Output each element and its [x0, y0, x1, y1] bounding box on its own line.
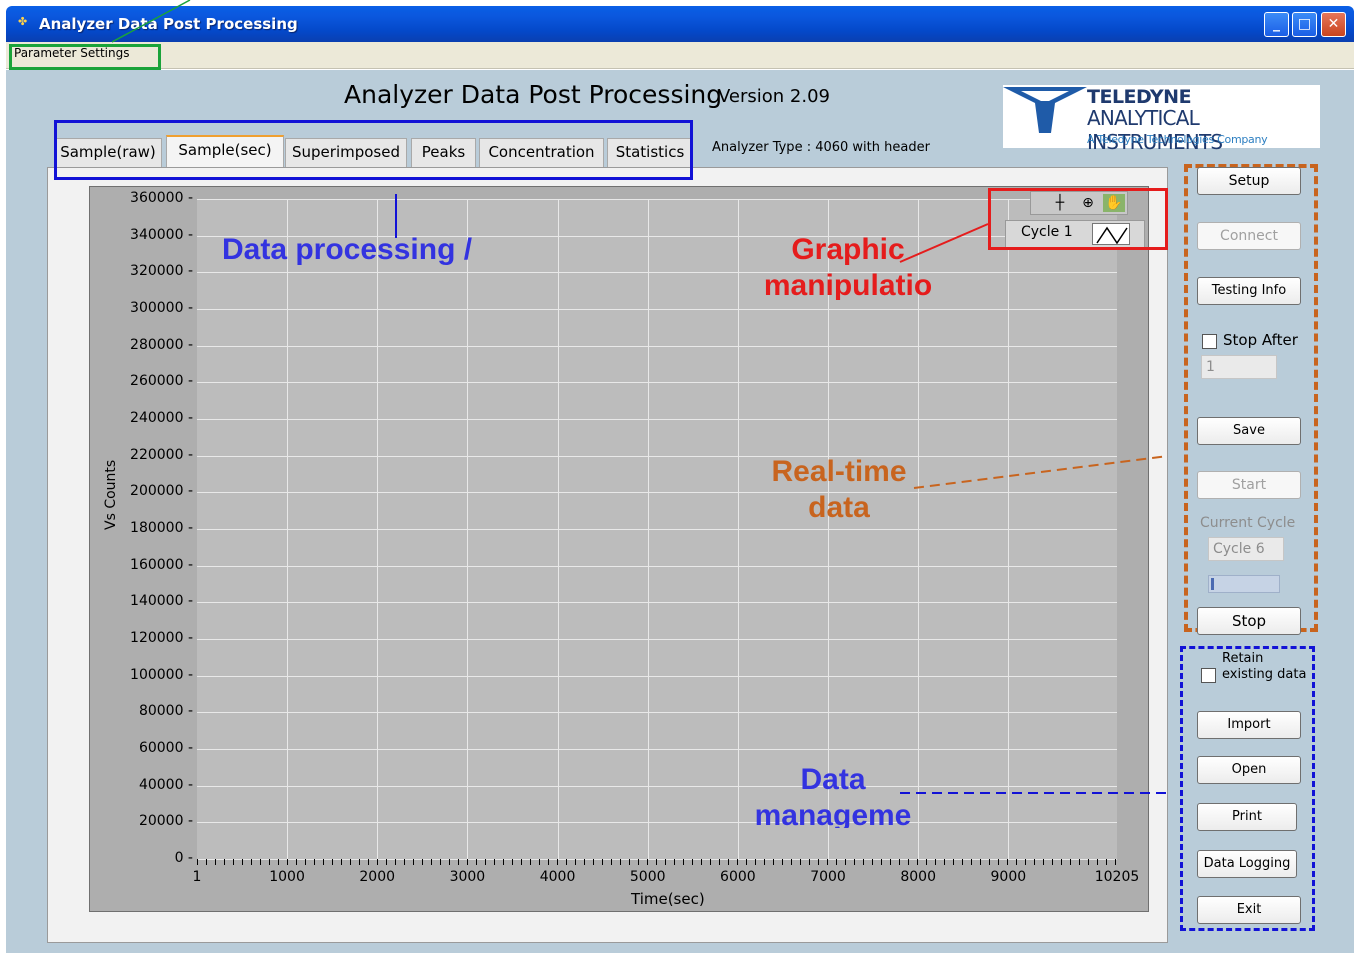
start-button[interactable]: Start — [1197, 471, 1301, 499]
x-gridline — [467, 199, 469, 859]
annotation-realtime: Real-time data — [771, 455, 907, 524]
app-icon: ✤ — [18, 15, 28, 28]
y-gridline — [197, 199, 1117, 200]
progress-fill — [1211, 578, 1214, 590]
y-tick-label: 40000 - — [138, 776, 193, 793]
y-tick-label: 20000 - — [138, 813, 193, 830]
stop-after-input[interactable]: 1 — [1201, 355, 1277, 379]
x-tick-label: 4000 — [539, 869, 576, 885]
x-gridline — [647, 199, 649, 859]
x-tick-label: 3000 — [449, 869, 486, 885]
minimize-button[interactable]: _ — [1264, 12, 1289, 37]
y-tick-label: 120000 - — [130, 630, 193, 646]
x-tick-label: 1000 — [269, 869, 305, 885]
y-tick-label: 0 - — [174, 850, 193, 866]
x-gridline — [737, 199, 739, 859]
x-axis-line — [197, 859, 1117, 865]
retain-data-checkbox[interactable] — [1201, 668, 1216, 683]
y-tick-label: 360000 - — [130, 190, 193, 206]
plot-area[interactable] — [197, 199, 1117, 860]
annotation-data-management: Data manageme — [754, 763, 912, 828]
y-gridline — [197, 419, 1117, 420]
x-tick-label: 1 — [192, 869, 202, 885]
x-tick-label: 6000 — [720, 869, 756, 885]
y-gridline — [197, 382, 1117, 384]
y-gridline — [197, 749, 1117, 750]
retain-data-label: Retain existing data — [1222, 651, 1307, 682]
y-tick-label: 280000 - — [130, 336, 193, 353]
annotation-graphic: Graphic manipulatio — [763, 233, 933, 300]
y-gridline — [197, 712, 1117, 714]
annotation-data-processing: Data processing / — [222, 233, 473, 266]
testing-info-button[interactable]: Testing Info — [1197, 277, 1301, 305]
save-button[interactable]: Save — [1197, 417, 1301, 445]
version-label: Version 2.09 — [718, 86, 830, 107]
x-tick-label: 7000 — [810, 869, 846, 885]
setup-button[interactable]: Setup — [1197, 167, 1301, 195]
y-axis-label: Vs Counts — [103, 459, 119, 530]
x-tick-label: 2000 — [359, 869, 396, 885]
y-tick-label: 300000 - — [130, 300, 193, 316]
y-gridline — [197, 309, 1117, 310]
logo-tagline: A Teledyne Technologies Company — [1087, 133, 1268, 146]
teledyne-logo: TELEDYNE ANALYTICAL INSTRUMENTS A Teledy… — [1003, 85, 1320, 154]
connect-button[interactable]: Connect — [1197, 222, 1301, 250]
import-button[interactable]: Import — [1197, 711, 1301, 739]
annotation-line-realtime — [913, 455, 1169, 489]
open-button[interactable]: Open — [1197, 756, 1301, 784]
y-gridline — [197, 639, 1117, 640]
data-management-highlight-box — [1180, 646, 1315, 931]
cycle-progress-bar — [1208, 575, 1280, 593]
logo-subtitle: ANALYTICAL INSTRUMENTS — [1087, 106, 1223, 154]
y-tick-label: 260000 - — [130, 373, 193, 390]
x-gridline — [1008, 199, 1010, 859]
graphic-highlight-box — [988, 188, 1168, 250]
teledyne-logo-icon — [1003, 87, 1087, 133]
y-gridline — [197, 675, 1117, 677]
y-gridline — [197, 272, 1117, 274]
x-gridline — [377, 199, 379, 859]
x-tick-label: 10205 — [1094, 869, 1140, 885]
logo-name: TELEDYNE — [1087, 86, 1192, 108]
menu-highlight-box — [9, 44, 161, 70]
y-gridline — [197, 822, 1117, 824]
y-tick-label: 160000 - — [130, 556, 193, 573]
y-tick-label: 60000 - — [138, 740, 193, 756]
analyzer-type: Analyzer Type : 4060 with header — [712, 140, 930, 155]
annotation-line-data-mgmt — [900, 792, 1168, 794]
stop-after-checkbox[interactable] — [1202, 334, 1217, 349]
y-tick-label: 340000 - — [130, 226, 193, 243]
y-gridline — [197, 565, 1117, 567]
stop-button[interactable]: Stop — [1197, 607, 1301, 635]
x-axis-label: Time(sec) — [631, 890, 705, 908]
current-cycle-value: Cycle 6 — [1208, 537, 1284, 561]
y-tick-label: 240000 - — [130, 410, 193, 426]
y-gridline — [197, 785, 1117, 787]
page-title: Analyzer Data Post Processing — [344, 80, 723, 109]
y-gridline — [197, 602, 1117, 604]
y-tick-label: 80000 - — [138, 703, 193, 720]
y-tick-label: 320000 - — [130, 263, 193, 280]
current-cycle-label: Current Cycle — [1200, 515, 1296, 531]
close-button[interactable]: ✕ — [1321, 12, 1346, 37]
x-gridline — [287, 199, 289, 859]
y-gridline — [197, 529, 1117, 530]
x-gridline — [557, 199, 559, 859]
y-tick-label: 100000 - — [130, 666, 193, 683]
print-button[interactable]: Print — [1197, 803, 1297, 831]
maximize-button[interactable]: □ — [1292, 12, 1317, 37]
data-logging-button[interactable]: Data Logging — [1197, 850, 1297, 878]
green-annotation-line — [112, 0, 191, 43]
y-gridline — [197, 345, 1117, 347]
menu-bar: Parameter Settings — [6, 42, 1354, 69]
x-tick-label: 5000 — [629, 869, 666, 885]
y-tick-label: 140000 - — [130, 593, 193, 610]
title-bar: ✤ Analyzer Data Post Processing _ □ ✕ — [6, 6, 1354, 42]
tabs-highlight-box — [54, 120, 693, 180]
x-tick-label: 9000 — [990, 869, 1027, 885]
stop-after-label: Stop After — [1223, 331, 1298, 349]
x-tick-label: 8000 — [900, 869, 936, 885]
exit-button[interactable]: Exit — [1197, 896, 1301, 924]
